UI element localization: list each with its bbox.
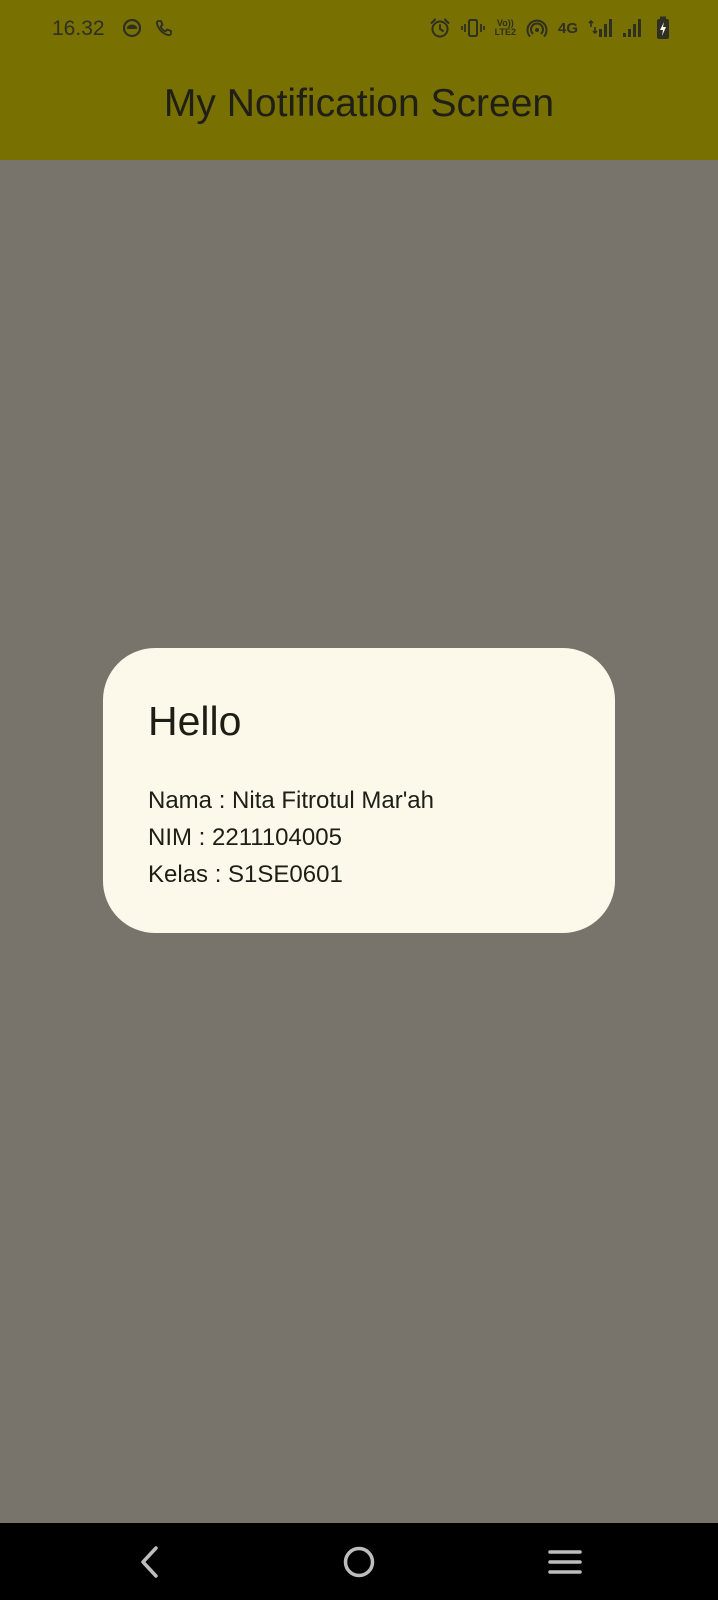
home-icon xyxy=(343,1546,375,1578)
status-left-icons xyxy=(122,18,174,38)
app-title: My Notification Screen xyxy=(163,82,555,125)
dialog-line-nama: Nama : Nita Fitrotul Mar'ah xyxy=(148,787,434,814)
network-label: 4G xyxy=(557,19,578,37)
notification-app-icon xyxy=(122,18,142,38)
status-bar: 16.32 Vo)) LTE2 4G xyxy=(0,0,718,62)
dialog-line-kelas: Kelas : S1SE0601 xyxy=(148,861,343,888)
app-bar: My Notification Screen xyxy=(0,62,718,160)
volte-bottom-label: LTE2 xyxy=(494,27,516,37)
back-icon xyxy=(141,1546,158,1578)
signal-4g-icon xyxy=(588,17,612,39)
home-button[interactable] xyxy=(334,1537,384,1587)
hotspot-icon xyxy=(526,17,548,39)
battery-charging-icon xyxy=(656,16,670,40)
volte-lte2-icon: Vo)) LTE2 xyxy=(495,19,516,37)
status-time: 16.32 xyxy=(52,17,105,40)
status-right-icons: Vo)) LTE2 4G xyxy=(429,16,670,40)
vibrate-icon xyxy=(460,17,485,39)
back-button[interactable] xyxy=(126,1537,176,1587)
alert-dialog: Hello Nama : Nita Fitrotul Mar'ah NIM : … xyxy=(103,648,615,933)
alarm-icon xyxy=(429,17,451,39)
phone-call-icon xyxy=(154,18,174,38)
dialog-line-nim: NIM : 2211104005 xyxy=(148,824,342,851)
dialog-content: Nama : Nita Fitrotul Mar'ah NIM : 221110… xyxy=(148,782,434,893)
recents-button[interactable] xyxy=(540,1537,590,1587)
recents-icon xyxy=(548,1550,582,1574)
dialog-title: Hello xyxy=(148,698,242,744)
navigation-bar xyxy=(0,1523,718,1600)
signal-icon xyxy=(622,17,646,39)
